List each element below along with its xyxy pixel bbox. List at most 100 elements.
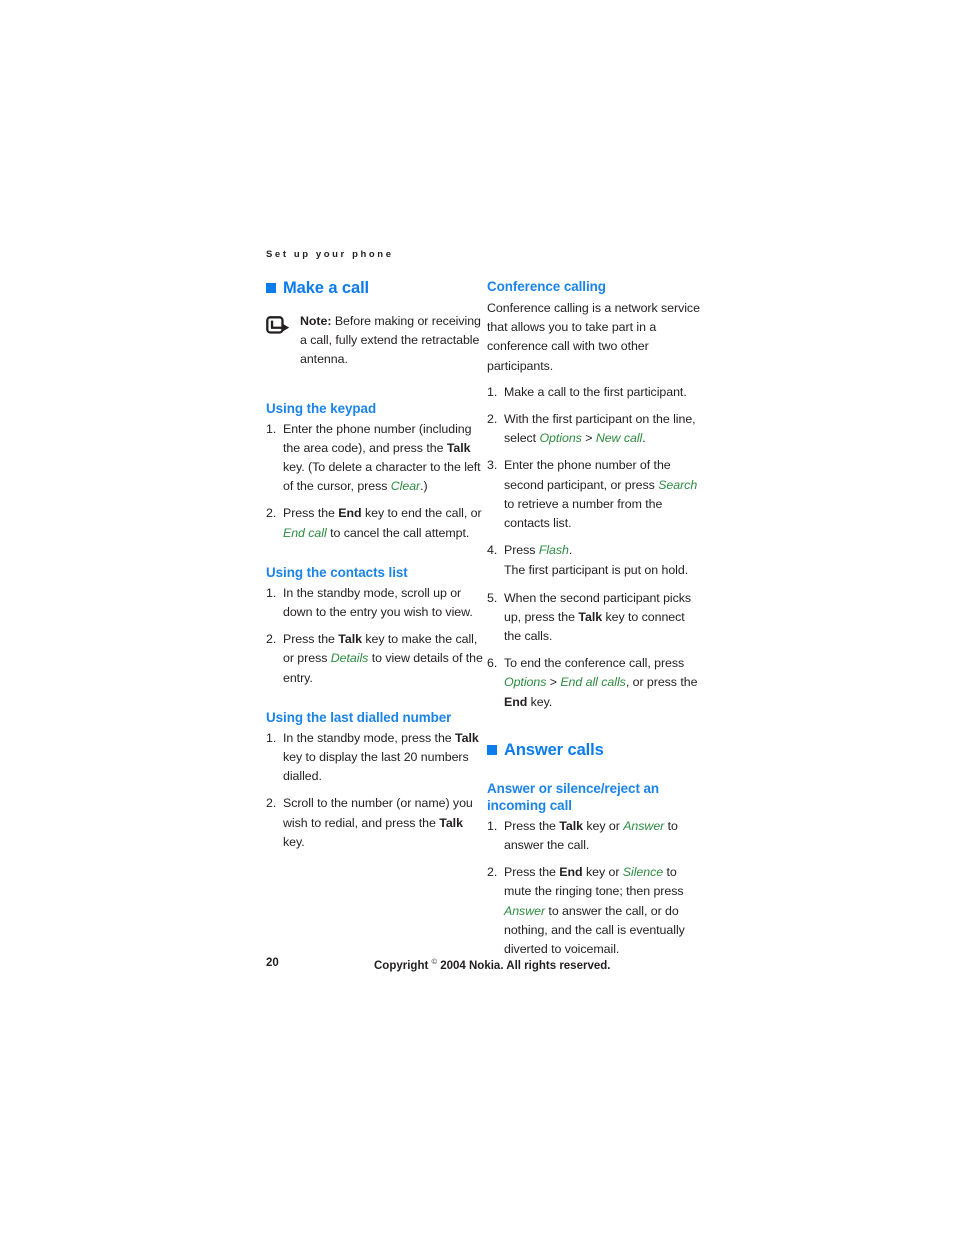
- ui-command: New call: [595, 431, 643, 446]
- key-name: Talk: [559, 818, 583, 833]
- text-run: Press: [504, 543, 539, 558]
- text-run: To end the conference call, press: [504, 656, 685, 671]
- step-number: 6.: [487, 656, 498, 671]
- step-item: 2. Press the Talk key to make the call, o…: [266, 630, 483, 688]
- text-run: Enter the phone number (including the ar…: [283, 421, 472, 455]
- step-item: 2. Press the End key or Silence to mute t…: [487, 863, 704, 959]
- ui-command: Clear: [390, 479, 421, 494]
- text-run: key to display the last 20 numbers diall…: [283, 750, 469, 784]
- text-run: .): [420, 479, 428, 494]
- step-item: 5. When the second participant picks up, …: [487, 589, 704, 647]
- section-heading-make-a-call: Make a call: [266, 278, 483, 298]
- note-callout: Note: Before making or receiving a call,…: [266, 312, 483, 370]
- text-run: In the standby mode, press the: [283, 730, 456, 745]
- step-item: 3. Enter the phone number of the second p…: [487, 456, 704, 533]
- step-text: Press Flash.: [504, 543, 572, 557]
- ui-command: Options: [504, 675, 547, 690]
- text-run: to cancel the call attempt.: [326, 525, 470, 540]
- manual-page: Set up your phone Make a call Note: Befo…: [0, 0, 954, 1235]
- text-run: key. (To delete a character to the left …: [283, 460, 481, 494]
- copyright-notice: Copyright © 2004 Nokia. All rights reser…: [374, 957, 610, 972]
- section-heading-label: Make a call: [283, 279, 370, 297]
- step-item: 1. In the standby mode, press the Talk ke…: [266, 729, 483, 787]
- text-run: >: [546, 675, 561, 690]
- step-list-answer-calls: 1. Press the Talk key or Answer to answer…: [487, 817, 704, 959]
- text-run: Enter the phone number of the second par…: [504, 458, 671, 492]
- text-run: key.: [283, 834, 305, 849]
- subsection-using-the-last-dialled-number: Using the last dialled number 1. In the s…: [266, 709, 483, 852]
- page-footer: 20 Copyright © 2004 Nokia. All rights re…: [0, 957, 954, 973]
- step-text: Enter the phone number of the second par…: [504, 458, 697, 530]
- key-name: Talk: [439, 815, 463, 830]
- key-name: Talk: [338, 632, 362, 647]
- step-number: 1.: [266, 421, 277, 436]
- step-item: 1. Press the Talk key or Answer to answer…: [487, 817, 704, 855]
- text-run: Press the: [283, 506, 339, 521]
- text-run: Press the: [504, 818, 560, 833]
- ui-command: Answer: [504, 903, 546, 918]
- ui-command: End call: [283, 525, 327, 540]
- text-run: key to end the call, or: [361, 506, 482, 521]
- step-list-conference: 1. Make a call to the first participant. 2…: [487, 383, 704, 712]
- text-run: >: [581, 431, 596, 446]
- subsection-using-the-keypad: Using the keypad 1. Enter the phone numbe…: [266, 400, 483, 543]
- step-text: Make a call to the first participant.: [504, 385, 687, 399]
- left-column: Make a call Note: Before making or recei…: [266, 278, 483, 852]
- ui-command: Silence: [622, 865, 664, 880]
- subsection-heading-conference-calling: Conference calling: [487, 279, 606, 294]
- text-run: In the standby mode, scroll up or down t…: [283, 585, 473, 620]
- section-heading-label: Answer calls: [504, 740, 604, 759]
- step-item: 2. With the first participant on the line…: [487, 410, 704, 448]
- step-number: 5.: [487, 590, 498, 605]
- step-text: Scroll to the number (or name) you wish …: [283, 796, 473, 848]
- step-text: Press the End key or Silence to mute the…: [504, 865, 685, 956]
- subsection-heading: Using the contacts list: [266, 564, 408, 580]
- step-item: 2. Press the End key to end the call, or …: [266, 504, 483, 542]
- running-header: Set up your phone: [266, 249, 394, 260]
- step-number: 4.: [487, 543, 498, 558]
- subsection-using-the-contacts-list: Using the contacts list 1. In the standby…: [266, 564, 483, 688]
- step-note: The first participant is put on hold.: [504, 563, 689, 578]
- step-text: To end the conference call, press Option…: [504, 656, 697, 708]
- note-text: Note: Before making or receiving a call,…: [300, 312, 483, 370]
- square-bullet-icon: [487, 744, 497, 755]
- text-run: , or press the: [625, 675, 698, 690]
- copyright-pre: Copyright: [374, 959, 432, 972]
- step-text: Enter the phone number (including the ar…: [283, 422, 481, 494]
- text-run: key.: [527, 694, 553, 709]
- step-number: 2.: [487, 412, 498, 427]
- step-text: Press the Talk key to make the call, or …: [283, 632, 483, 684]
- key-name: Talk: [446, 440, 471, 455]
- step-number: 2.: [266, 506, 277, 521]
- key-name: Talk: [455, 730, 479, 745]
- step-text: In the standby mode, press the Talk key …: [283, 731, 479, 783]
- text-run: .: [568, 543, 573, 558]
- step-number: 2.: [487, 865, 498, 880]
- ui-command: Answer: [623, 818, 665, 833]
- key-name: End: [559, 865, 583, 880]
- conference-intro-paragraph: Conference calling is a network service …: [487, 301, 700, 373]
- step-number: 1.: [487, 384, 498, 399]
- subsection-heading: Using the keypad: [266, 400, 377, 416]
- page-number: 20: [266, 957, 279, 969]
- step-item: 1. In the standby mode, scroll up or down…: [266, 584, 483, 622]
- step-number: 2.: [266, 632, 277, 647]
- text-run: .: [642, 431, 646, 446]
- step-text: Press the Talk key or Answer to answer t…: [504, 819, 678, 852]
- text-run: to retrieve a number from the contacts l…: [504, 496, 663, 531]
- step-item: 2. Scroll to the number (or name) you wis…: [266, 794, 483, 852]
- ui-command: End all calls: [560, 675, 626, 690]
- step-text: Press the End key to end the call, or En…: [283, 506, 482, 539]
- step-item: 6. To end the conference call, press Opti…: [487, 654, 704, 712]
- step-item: 1. Enter the phone number (including the …: [266, 420, 483, 497]
- key-name: Talk: [578, 609, 603, 624]
- section-heading-answer-calls: Answer calls: [487, 740, 704, 760]
- text-run: Press the: [504, 865, 560, 880]
- text-run: key or: [582, 818, 624, 833]
- text-run: key or: [582, 865, 623, 880]
- step-number: 1.: [487, 818, 498, 833]
- key-name: End: [338, 506, 362, 521]
- step-text: In the standby mode, scroll up or down t…: [283, 586, 473, 619]
- ui-command: Search: [658, 477, 698, 492]
- step-text: With the first participant on the line, …: [504, 412, 696, 445]
